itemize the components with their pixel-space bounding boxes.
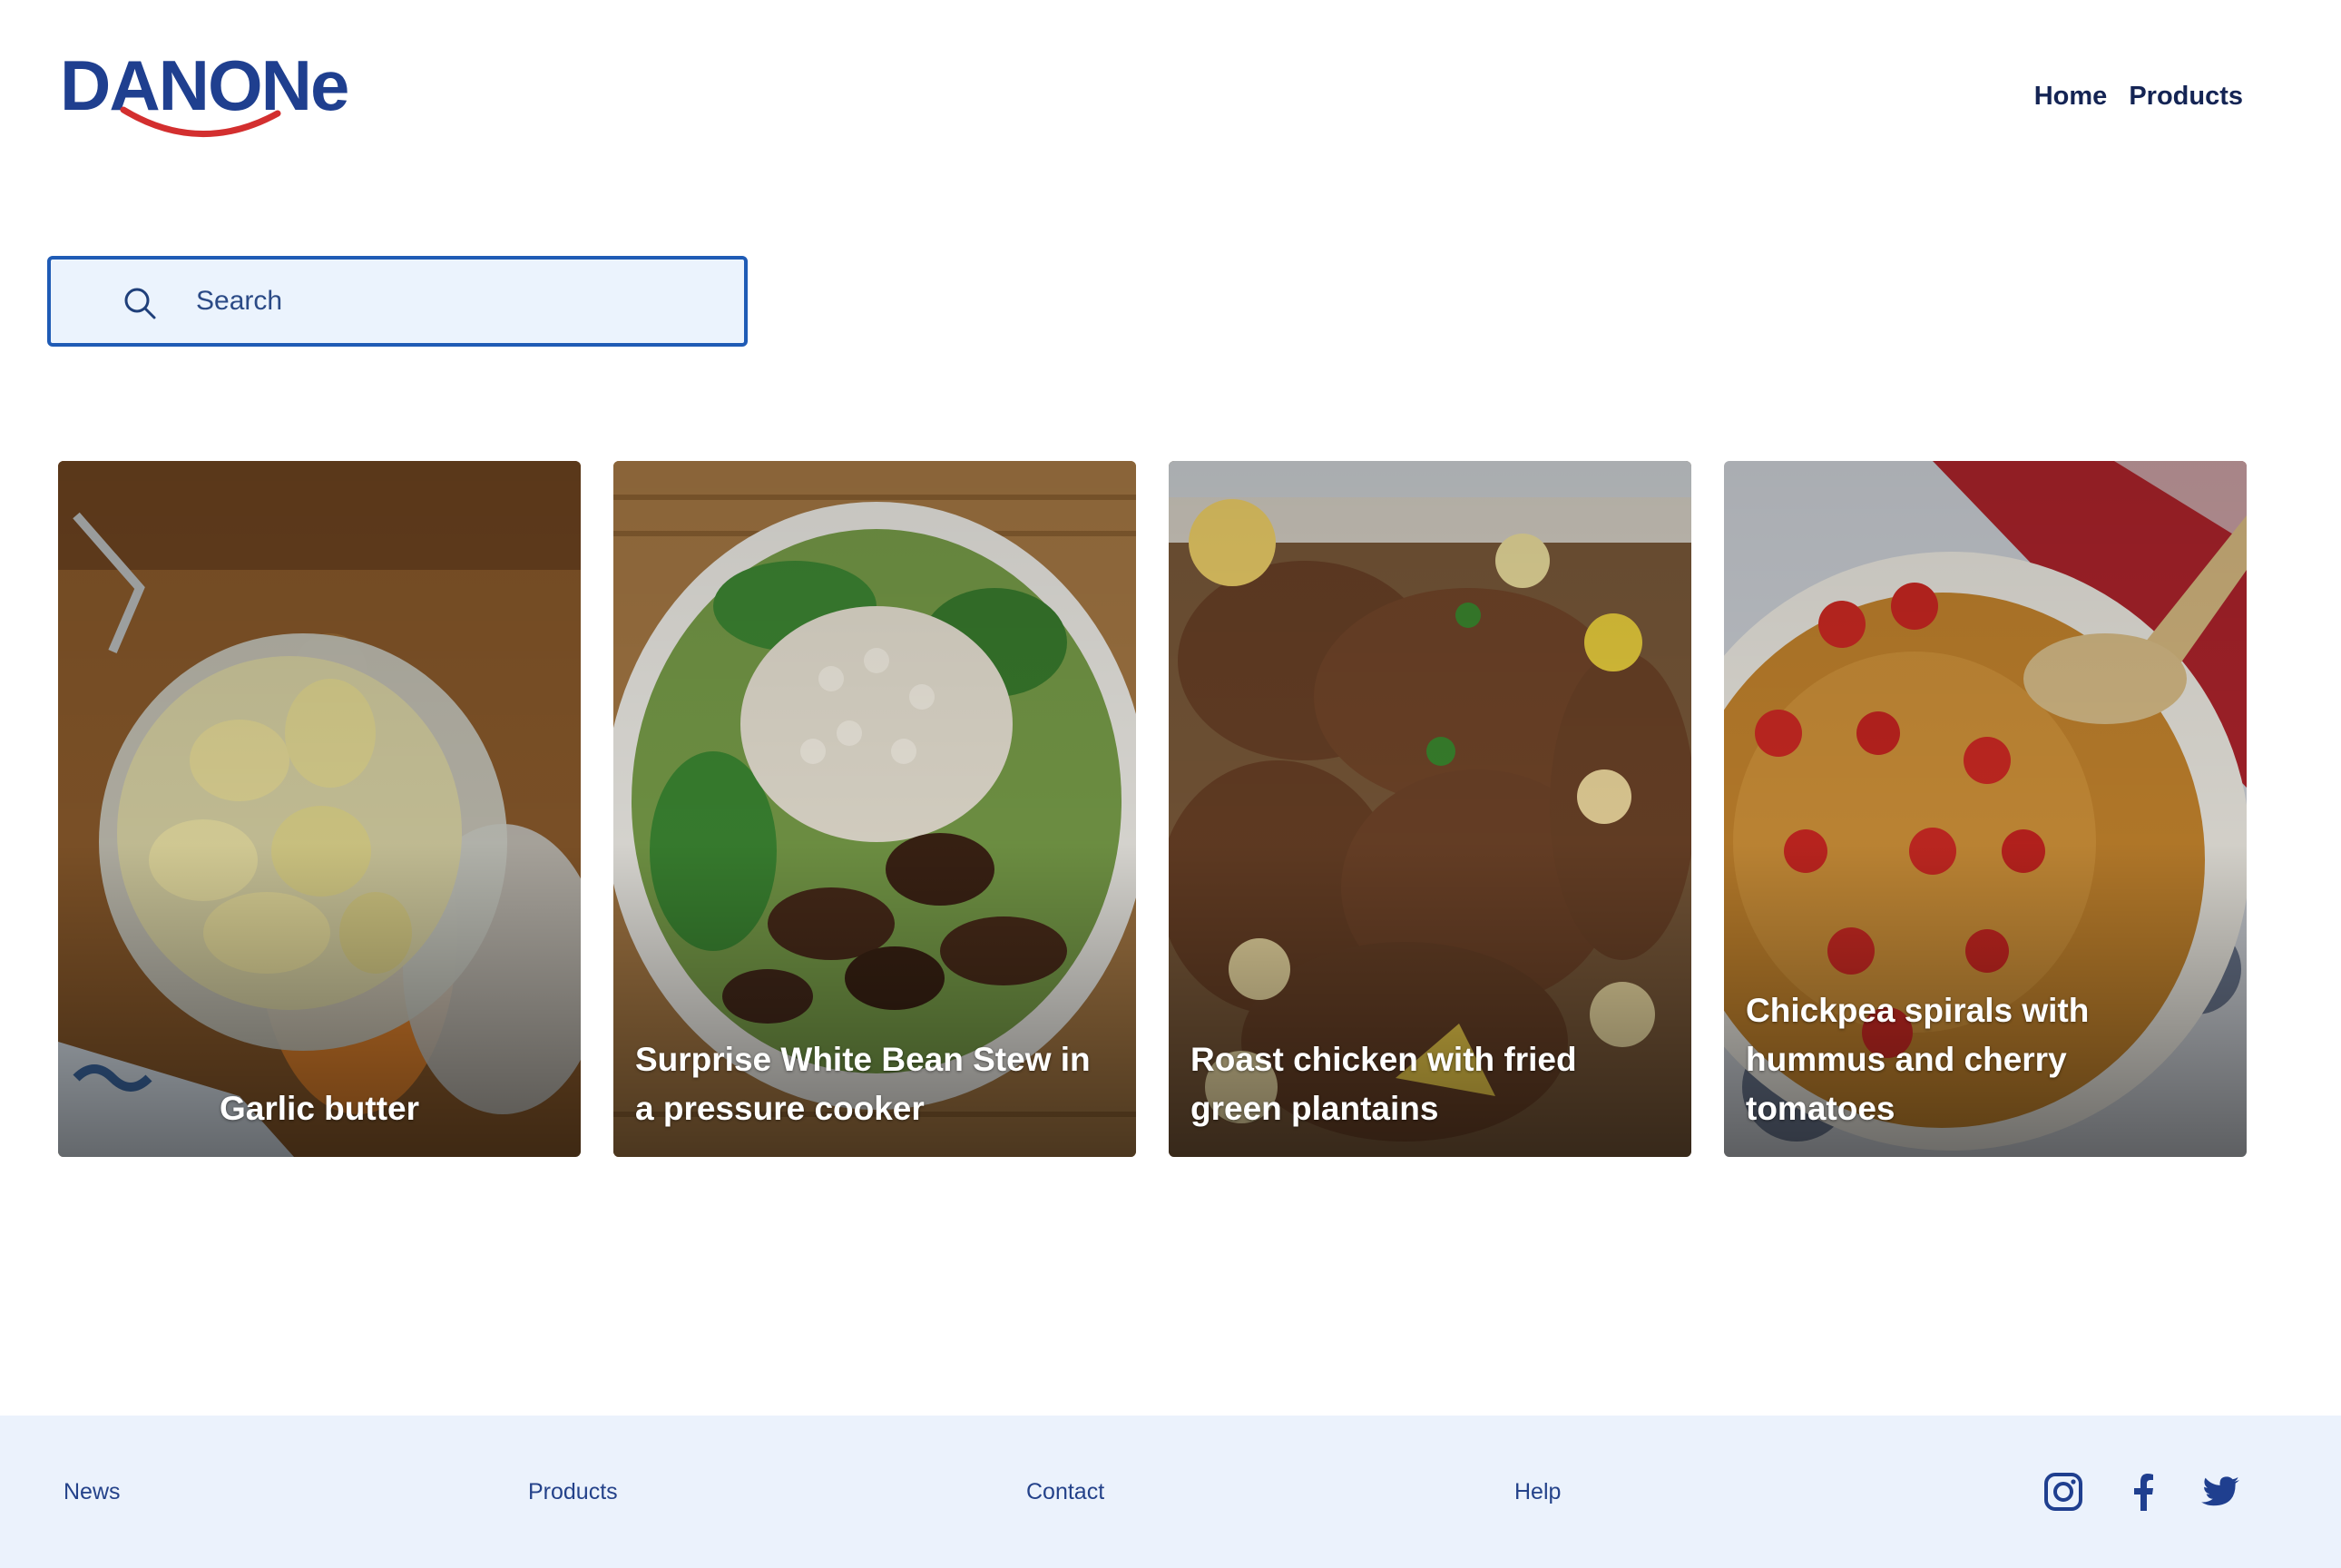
footer: News Products Contact Help [0, 1416, 2341, 1568]
search-box[interactable] [47, 256, 748, 347]
footer-link-contact[interactable]: Contact [1026, 1479, 1104, 1505]
recipe-card[interactable]: Surprise White Bean Stew in a pressure c… [613, 461, 1136, 1157]
recipe-card[interactable]: Chickpea spirals with hummus and cherry … [1724, 461, 2247, 1157]
recipe-card-title: Chickpea spirals with hummus and cherry … [1746, 992, 2090, 1127]
recipe-card-title: Garlic butter [220, 1090, 419, 1127]
twitter-icon[interactable] [2201, 1472, 2241, 1512]
nav-home-link[interactable]: Home [2034, 82, 2108, 112]
footer-link-products[interactable]: Products [528, 1479, 618, 1505]
recipe-grid: Garlic butter Surprise White Bean Stew i… [58, 461, 2247, 1157]
card-overlay [58, 461, 581, 1157]
recipe-card-title: Roast chicken with fried green plantains [1190, 1041, 1577, 1127]
nav-products-link[interactable]: Products [2129, 82, 2243, 112]
facebook-icon[interactable] [2123, 1472, 2163, 1512]
search-icon [124, 288, 156, 319]
main-nav: Home Products [2034, 82, 2243, 112]
search-input[interactable] [196, 278, 704, 325]
recipe-card[interactable]: Roast chicken with fried green plantains [1169, 461, 1691, 1157]
recipe-card[interactable]: Garlic butter [58, 461, 581, 1157]
danone-logo[interactable]: DANONe [60, 50, 349, 150]
logo-smile-icon [120, 106, 281, 137]
footer-link-news[interactable]: News [64, 1479, 121, 1505]
instagram-icon[interactable] [2043, 1472, 2083, 1512]
page: DANONe Home Products Search Garlic butte… [0, 0, 2341, 1568]
recipe-card-title: Surprise White Bean Stew in a pressure c… [635, 1041, 1091, 1127]
footer-link-help[interactable]: Help [1514, 1479, 1561, 1505]
